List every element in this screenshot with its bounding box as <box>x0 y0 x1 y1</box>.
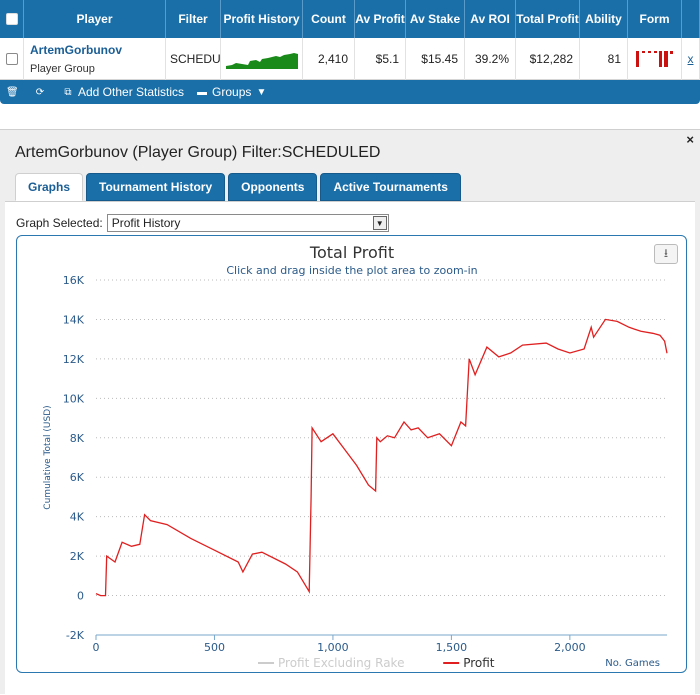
av-profit-value: $5.1 <box>355 38 406 80</box>
y-tick-label: 0 <box>77 590 84 603</box>
graph-select-row: Graph Selected: Profit History ▼ <box>16 214 389 232</box>
tab-graphs[interactable]: Graphs <box>15 173 84 201</box>
count-value: 2,410 <box>303 38 355 80</box>
refresh-icon[interactable]: ⟳ <box>34 87 50 98</box>
table-header: Player Filter Profit History Count Av Pr… <box>0 0 700 38</box>
download-icon[interactable]: ⭳ <box>654 244 678 264</box>
y-tick-label: 2K <box>70 550 85 563</box>
graph-select-value: Profit History <box>111 216 181 230</box>
x-tick-label: 2,000 <box>554 641 586 654</box>
form-bars <box>628 38 682 80</box>
chart-canvas[interactable]: Total Profit Click and drag inside the pl… <box>17 236 688 674</box>
header-filter[interactable]: Filter <box>166 0 221 38</box>
header-av-roi[interactable]: Av ROI <box>465 0 516 38</box>
external-window-icon: ⧉ <box>64 86 72 98</box>
select-all-checkbox[interactable] <box>0 0 24 38</box>
chart-subtitle: Click and drag inside the plot area to z… <box>226 264 477 277</box>
x-tick-label: 1,500 <box>436 641 468 654</box>
row-checkbox[interactable] <box>0 38 24 80</box>
trash-icon[interactable]: 🗑 <box>6 87 22 98</box>
profit-history-sparkline[interactable] <box>221 38 303 80</box>
table-row: ArtemGorbunov Player Group SCHEDULED 2,4… <box>0 38 700 80</box>
x-tick-label: 0 <box>93 641 100 654</box>
header-total-profit[interactable]: Total Profit <box>516 0 580 38</box>
x-tick-label: 1,000 <box>317 641 349 654</box>
total-profit-value: $12,282 <box>516 38 580 80</box>
legend-item: Profit <box>463 656 495 670</box>
y-tick-label: 16K <box>63 274 85 287</box>
chevron-down-icon[interactable]: ▼ <box>372 216 387 230</box>
y-tick-label: 14K <box>63 313 85 326</box>
y-tick-label: 4K <box>70 511 85 524</box>
header-av-stake[interactable]: Av Stake <box>406 0 465 38</box>
y-tick-label: 6K <box>70 471 85 484</box>
filter-value: SCHEDULED <box>166 38 221 80</box>
x-axis-label: No. Games <box>605 658 660 669</box>
header-player[interactable]: Player <box>24 0 166 38</box>
y-axis-label: Cumulative Total (USD) <box>43 405 53 509</box>
header-spacer <box>682 0 700 38</box>
graph-select-dropdown[interactable]: Profit History ▼ <box>106 214 389 232</box>
graph-selected-label: Graph Selected: <box>16 216 103 230</box>
groups-dropdown[interactable]: ▬ Groups ▼ <box>196 85 271 99</box>
series-line-profit <box>95 318 668 597</box>
ability-value: 81 <box>580 38 628 80</box>
caret-down-icon: ▼ <box>256 86 267 98</box>
y-tick-label: -2K <box>66 629 85 642</box>
header-form[interactable]: Form <box>628 0 682 38</box>
folder-icon: ▬ <box>197 86 208 98</box>
player-detail-panel: ArtemGorbunov (Player Group) Filter:SCHE… <box>0 129 700 695</box>
header-av-profit[interactable]: Av Profit <box>355 0 406 38</box>
remove-row-link[interactable]: x <box>682 38 700 80</box>
tab-tournament-history[interactable]: Tournament History <box>86 173 226 201</box>
av-roi-value: 39.2% <box>465 38 516 80</box>
tab-opponents[interactable]: Opponents <box>228 173 318 201</box>
player-cell: ArtemGorbunov Player Group <box>24 38 166 80</box>
close-icon[interactable]: × <box>686 132 694 147</box>
graphs-tab-body: Graph Selected: Profit History ▼ Total P… <box>5 201 695 695</box>
chart-title: Total Profit <box>309 243 394 262</box>
header-profit-history[interactable]: Profit History <box>221 0 303 38</box>
x-tick-label: 500 <box>204 641 225 654</box>
header-ability[interactable]: Ability <box>580 0 628 38</box>
add-other-statistics-button[interactable]: ⧉ Add Other Statistics <box>62 85 184 99</box>
profit-chart[interactable]: Total Profit Click and drag inside the pl… <box>16 235 687 673</box>
y-tick-label: 12K <box>63 353 85 366</box>
player-name-link[interactable]: ArtemGorbunov <box>30 43 122 57</box>
player-stats-table: Player Filter Profit History Count Av Pr… <box>0 0 700 104</box>
panel-tabs: Graphs Tournament History Opponents Acti… <box>15 173 464 201</box>
y-tick-label: 8K <box>70 432 85 445</box>
legend-item: Profit Excluding Rake <box>278 656 404 670</box>
table-toolbar: 🗑 ⟳ ⧉ Add Other Statistics ▬ Groups ▼ <box>0 80 700 104</box>
panel-title: ArtemGorbunov (Player Group) Filter:SCHE… <box>15 144 381 161</box>
player-type: Player Group <box>30 63 95 75</box>
tab-active-tournaments[interactable]: Active Tournaments <box>320 173 461 201</box>
av-stake-value: $15.45 <box>406 38 465 80</box>
header-count[interactable]: Count <box>303 0 355 38</box>
y-tick-label: 10K <box>63 392 85 405</box>
